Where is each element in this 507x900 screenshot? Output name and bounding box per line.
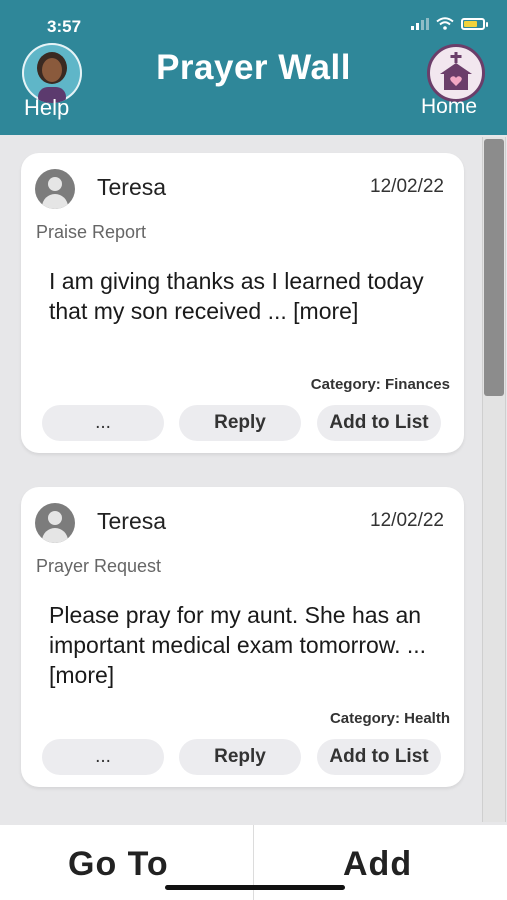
status-icons [411,17,488,30]
more-options-button[interactable]: ... [42,405,164,441]
bottom-bar: Go To Add [0,825,507,900]
status-time: 3:57 [47,17,82,36]
signal-icon [411,17,429,30]
post-date: 12/02/22 [370,510,444,531]
poster-name: Teresa [97,508,167,534]
post-category: Category: Finances [310,376,450,393]
post-category: Category: Health [329,710,450,727]
user-icon [35,169,75,209]
poster-name: Teresa [97,174,167,200]
scrollbar-thumb[interactable] [484,139,504,396]
post-type: Praise Report [36,222,147,242]
goto-button[interactable]: Go To [68,845,169,884]
prayer-card[interactable]: Teresa 12/02/22 Praise Report I am givin… [21,153,464,453]
post-message[interactable]: I am giving thanks as I learned today th… [49,266,439,326]
add-to-list-button[interactable]: Add to List [317,739,441,775]
reply-button[interactable]: Reply [179,405,301,441]
post-type: Prayer Request [36,556,162,576]
add-to-list-button[interactable]: Add to List [317,405,441,441]
church-home-icon[interactable] [427,44,485,102]
wifi-icon [436,17,454,30]
user-icon [35,503,75,543]
add-button[interactable]: Add [343,845,412,884]
post-date: 12/02/22 [370,176,444,197]
battery-icon [461,17,488,30]
help-button[interactable]: Help [24,95,69,121]
reply-button[interactable]: Reply [179,739,301,775]
post-message[interactable]: Please pray for my aunt. She has an impo… [49,600,439,690]
home-indicator [165,885,345,890]
app-header: 3:57 Help Prayer Wall Home [0,0,507,135]
prayer-card[interactable]: Teresa 12/02/22 Prayer Request Please pr… [21,487,464,787]
home-button[interactable]: Home [421,95,477,119]
more-options-button[interactable]: ... [42,739,164,775]
